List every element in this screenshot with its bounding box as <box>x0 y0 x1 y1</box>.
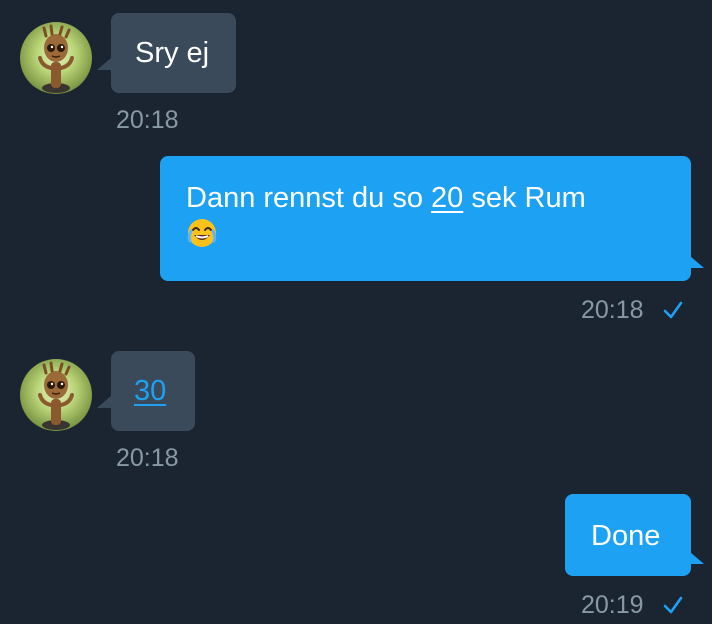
message-timestamp: 20:18 <box>581 296 644 324</box>
bubble-tail <box>97 396 111 408</box>
message-text: Dann rennst du so <box>186 182 432 214</box>
message-bubble-outgoing[interactable]: Dann rennst du so 20 sek Rum <box>160 156 691 281</box>
bubble-tail <box>690 256 704 268</box>
groot-avatar-icon[interactable] <box>20 359 92 431</box>
message-timestamp: 20:18 <box>116 106 179 134</box>
check-icon <box>663 301 683 319</box>
message-text: sek Rum <box>463 182 586 214</box>
chat-thread: Sry ej 20:18 Dann rennst du so 20 sek Ru… <box>0 0 712 624</box>
check-icon <box>663 596 683 614</box>
message-bubble-incoming[interactable]: 30 <box>111 351 195 431</box>
bubble-tail <box>97 58 111 70</box>
face-with-tears-of-joy-icon <box>186 217 218 249</box>
message-bubble-outgoing[interactable]: Done <box>565 494 691 576</box>
message-text: Sry ej <box>135 37 210 69</box>
message-text: Done <box>591 520 661 552</box>
message-bubble-incoming[interactable]: Sry ej <box>111 13 236 93</box>
bubble-tail <box>690 552 704 564</box>
message-timestamp: 20:18 <box>116 444 179 472</box>
message-timestamp: 20:19 <box>581 591 644 619</box>
message-link[interactable]: 20 <box>431 182 463 214</box>
message-link[interactable]: 30 <box>134 375 166 407</box>
groot-avatar-icon[interactable] <box>20 22 92 94</box>
